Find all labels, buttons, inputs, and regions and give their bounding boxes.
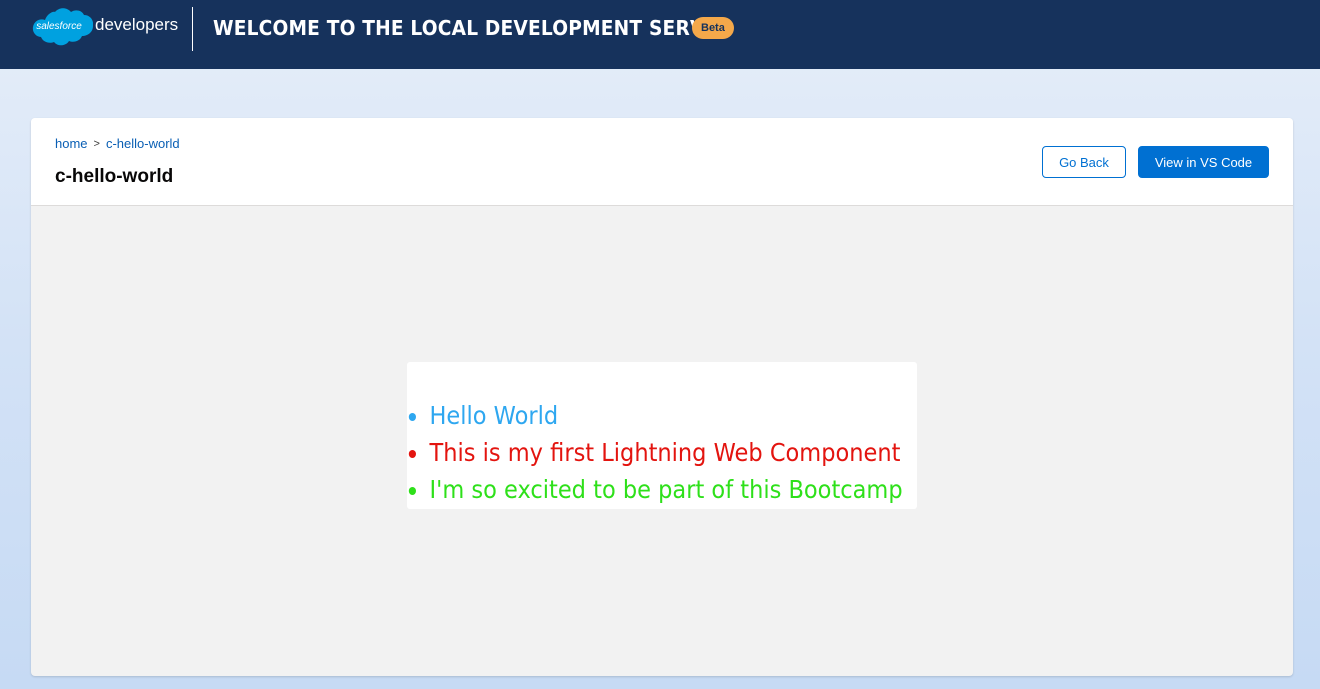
bullet-icon [408, 487, 416, 495]
list-item-text: Hello World [429, 401, 559, 430]
breadcrumb-home-link[interactable]: home [55, 136, 88, 151]
list-item-text: I'm so excited to be part of this Bootca… [429, 475, 903, 504]
message-list: Hello World This is my first Lightning W… [407, 400, 958, 511]
salesforce-cloud-icon: salesforce [32, 8, 93, 46]
list-item-text: This is my first Lightning Web Component [429, 438, 901, 467]
hello-world-component: Hello World This is my first Lightning W… [407, 362, 917, 509]
salesforce-developers-logo[interactable]: salesforce developers [29, 6, 178, 52]
page-title: c-hello-world [55, 166, 174, 187]
breadcrumb-current-link[interactable]: c-hello-world [106, 136, 180, 151]
logo-brand-text: salesforce [36, 21, 82, 32]
view-in-vscode-button[interactable]: View in VS Code [1138, 146, 1269, 178]
component-preview-card: home > c-hello-world c-hello-world Go Ba… [31, 118, 1293, 676]
bullet-icon [408, 413, 416, 421]
list-item: I'm so excited to be part of this Bootca… [407, 474, 903, 511]
list-item: Hello World [407, 400, 903, 437]
card-header: home > c-hello-world c-hello-world Go Ba… [31, 118, 1293, 206]
top-header: salesforce developers WELCOME TO THE LOC… [0, 0, 1320, 69]
logo-developers-text: developers [95, 15, 179, 34]
breadcrumb: home > c-hello-world [55, 136, 180, 151]
list-item: This is my first Lightning Web Component [407, 437, 903, 474]
page-header-title: WELCOME TO THE LOCAL DEVELOPMENT SERVER [213, 16, 732, 40]
breadcrumb-separator: > [93, 137, 100, 150]
beta-badge: Beta [692, 17, 734, 39]
bullet-icon [408, 450, 416, 458]
header-divider [192, 7, 193, 51]
go-back-button[interactable]: Go Back [1042, 146, 1126, 178]
